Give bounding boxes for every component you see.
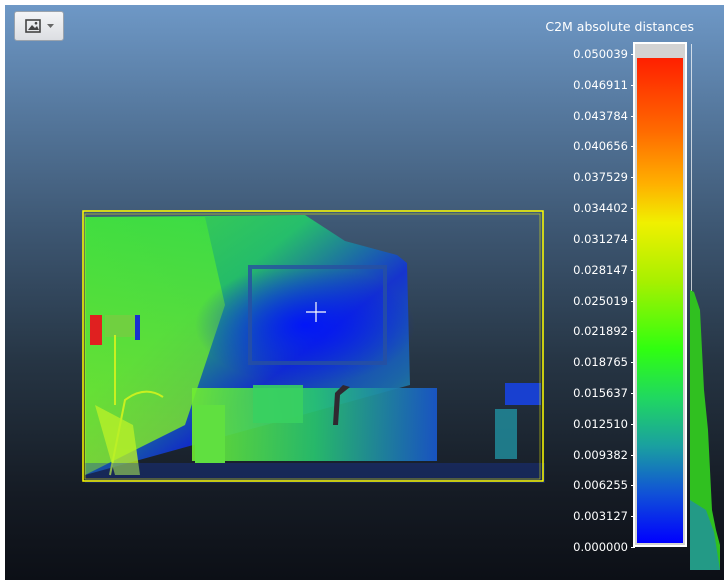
scale-tick-label: 0.040656 xyxy=(573,139,628,154)
scale-tick-mark xyxy=(631,54,635,55)
scale-tick-mark xyxy=(631,208,635,209)
scale-tick-label: 0.034402 xyxy=(573,201,628,216)
scale-tick-label: 0.000000 xyxy=(573,540,628,554)
scale-tick-label: 0.009382 xyxy=(573,447,628,462)
scale-tick-mark xyxy=(631,331,635,332)
scale-tick-label: 0.050039 xyxy=(573,47,628,61)
scale-tick-mark xyxy=(631,85,635,86)
scale-tick-label: 0.031274 xyxy=(573,231,628,246)
scale-tick-mark xyxy=(631,393,635,394)
scale-tick-mark xyxy=(631,362,635,363)
chevron-down-icon xyxy=(46,23,54,29)
color-scale-bar xyxy=(633,42,687,547)
view-options-button[interactable] xyxy=(14,11,64,41)
color-scale-gradient xyxy=(637,58,683,543)
scale-tick-label: 0.003127 xyxy=(573,509,628,524)
scale-tick-mark xyxy=(631,455,635,456)
scale-tick-label: 0.021892 xyxy=(573,324,628,339)
scale-tick-label: 0.037529 xyxy=(573,170,628,185)
scale-tick-mark xyxy=(631,146,635,147)
scale-tick-mark xyxy=(631,177,635,178)
scale-tick-mark xyxy=(631,301,635,302)
scale-tick-mark xyxy=(631,516,635,517)
scale-tick-label: 0.043784 xyxy=(573,108,628,123)
scale-tick-label: 0.025019 xyxy=(573,293,628,308)
scale-tick-label: 0.006255 xyxy=(573,478,628,493)
scale-tick-mark xyxy=(631,116,635,117)
image-icon xyxy=(24,19,41,33)
scale-tick-label: 0.046911 xyxy=(573,77,628,92)
scale-tick-label: 0.028147 xyxy=(573,262,628,277)
scale-tick-label: 0.012510 xyxy=(573,416,628,431)
scale-tick-label: 0.015637 xyxy=(573,385,628,400)
scalar-field-title: C2M absolute distances xyxy=(545,19,694,34)
scale-tick-mark xyxy=(631,239,635,240)
scale-tick-mark xyxy=(631,485,635,486)
scale-tick-mark xyxy=(631,424,635,425)
scale-tick-mark xyxy=(631,270,635,271)
scale-tick-mark xyxy=(631,547,635,548)
scale-tick-label: 0.018765 xyxy=(573,355,628,370)
histogram xyxy=(690,290,720,570)
